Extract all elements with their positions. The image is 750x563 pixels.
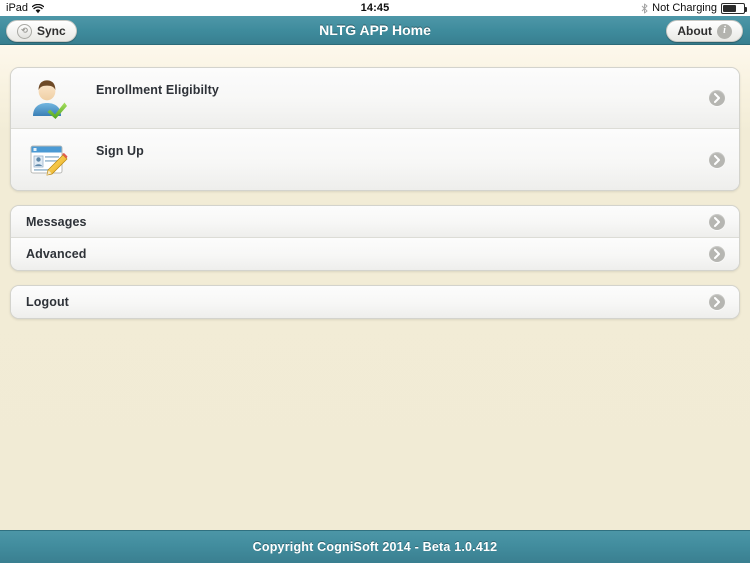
about-button[interactable]: About i bbox=[666, 20, 743, 42]
status-bar-clock: 14:45 bbox=[360, 2, 390, 14]
list-item-label: Logout bbox=[26, 295, 69, 309]
about-button-label: About bbox=[677, 24, 712, 38]
chevron-right-icon[interactable] bbox=[709, 151, 725, 168]
footer-bar: Copyright CogniSoft 2014 - Beta 1.0.412 bbox=[0, 530, 750, 563]
list-item-label: Enrollment Eligibilty bbox=[96, 83, 219, 97]
group-primary-actions: Enrollment Eligibilty Sign Up bbox=[10, 67, 740, 191]
group-secondary-actions: Messages Advanced bbox=[10, 205, 740, 271]
form-pencil-icon bbox=[26, 139, 68, 181]
page-title: NLTG APP Home bbox=[319, 22, 431, 38]
status-bar-right: Not Charging bbox=[641, 0, 747, 16]
wifi-icon bbox=[31, 3, 45, 14]
device-name-label: iPad bbox=[6, 2, 29, 14]
main-content: Enrollment Eligibilty Sign Up Messages A… bbox=[0, 45, 750, 530]
navigation-bar: ⟲ Sync NLTG APP Home About i bbox=[0, 16, 750, 45]
chevron-right-icon[interactable] bbox=[709, 294, 725, 310]
list-item-enrollment-eligibility[interactable]: Enrollment Eligibilty bbox=[11, 68, 739, 129]
group-session-actions: Logout bbox=[10, 285, 740, 319]
status-bar-left: iPad bbox=[6, 2, 45, 14]
user-check-icon bbox=[26, 77, 68, 119]
list-item-logout[interactable]: Logout bbox=[11, 286, 739, 318]
list-item-advanced[interactable]: Advanced bbox=[11, 238, 739, 270]
chevron-right-icon[interactable] bbox=[709, 213, 725, 230]
chevron-right-icon[interactable] bbox=[709, 246, 725, 262]
list-item-messages[interactable]: Messages bbox=[11, 206, 739, 238]
bluetooth-icon bbox=[641, 3, 648, 14]
copyright-label: Copyright CogniSoft 2014 - Beta 1.0.412 bbox=[252, 540, 498, 554]
list-item-label: Advanced bbox=[26, 247, 87, 261]
battery-icon bbox=[721, 2, 747, 14]
power-state-label: Not Charging bbox=[652, 2, 717, 14]
chevron-right-icon[interactable] bbox=[709, 90, 725, 106]
list-item-label: Messages bbox=[26, 214, 87, 229]
ios-status-bar: iPad 14:45 Not Charging bbox=[0, 0, 750, 16]
info-icon: i bbox=[717, 23, 732, 39]
list-item-label: Sign Up bbox=[96, 144, 144, 158]
list-item-sign-up[interactable]: Sign Up bbox=[11, 129, 739, 190]
